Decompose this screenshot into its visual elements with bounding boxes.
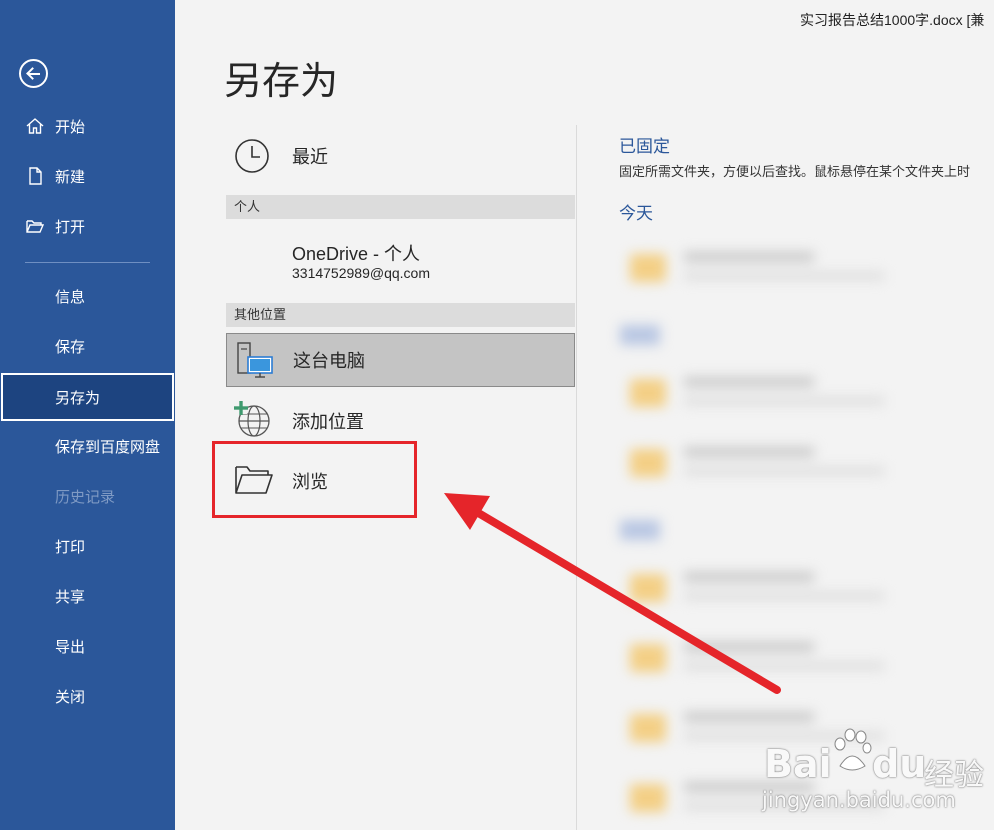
paw-logo-icon <box>834 728 872 771</box>
watermark-brand: Bai <box>764 742 832 786</box>
baidu-watermark: Bai du 经验 jingyan.baidu.com <box>760 720 994 830</box>
annotation-arrow <box>444 493 781 694</box>
watermark-brand-tail: du <box>872 742 927 786</box>
watermark-url: jingyan.baidu.com <box>762 788 956 812</box>
